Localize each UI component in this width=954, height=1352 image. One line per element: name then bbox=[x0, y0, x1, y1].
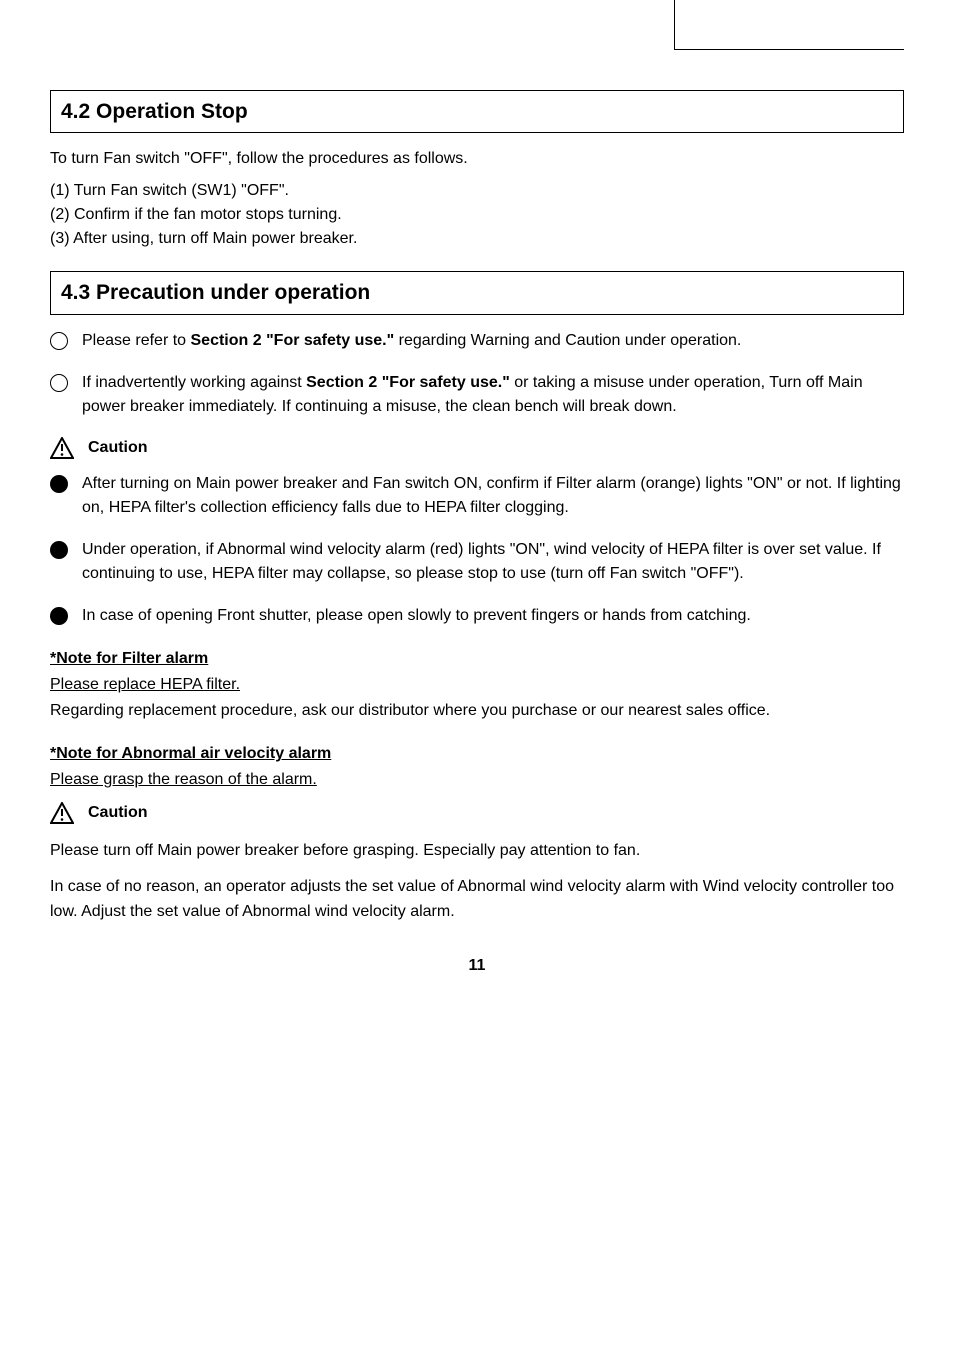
warning-triangle-icon bbox=[50, 802, 74, 830]
hollow-circle-icon bbox=[50, 374, 68, 392]
solid-circle-icon bbox=[50, 541, 68, 559]
bullet-item-2: If inadvertently working against Section… bbox=[50, 371, 904, 419]
note2-body: Please grasp the reason of the alarm. bbox=[50, 771, 317, 788]
bullet-text-1: Please refer to Section 2 "For safety us… bbox=[82, 329, 904, 353]
caution-text-2: Under operation, if Abnormal wind veloci… bbox=[82, 538, 904, 586]
caution-text-3: In case of opening Front shutter, please… bbox=[82, 604, 904, 628]
hollow-circle-icon bbox=[50, 332, 68, 350]
note-abnormal-velocity: *Note for Abnormal air velocity alarm Pl… bbox=[50, 741, 904, 925]
caution-item-1: After turning on Main power breaker and … bbox=[50, 472, 904, 520]
page-number: 11 bbox=[50, 955, 904, 977]
section-title-2: 4.3 Precaution under operation bbox=[61, 281, 370, 304]
note2-title: *Note for Abnormal air velocity alarm bbox=[50, 745, 331, 762]
solid-circle-icon bbox=[50, 607, 68, 625]
caution-label-1: Caution bbox=[88, 437, 148, 459]
section-header-operation-stop: 4.2 Operation Stop bbox=[50, 90, 904, 133]
note-filter-alarm: *Note for Filter alarm Please replace HE… bbox=[50, 646, 904, 723]
section-title-1: 4.2 Operation Stop bbox=[61, 100, 248, 123]
caution-header-2: Caution bbox=[50, 802, 904, 830]
warning-triangle-icon bbox=[50, 437, 74, 465]
note1-body: Please replace HEPA filter. bbox=[50, 676, 240, 693]
caution-item-2: Under operation, if Abnormal wind veloci… bbox=[50, 538, 904, 586]
solid-circle-icon bbox=[50, 475, 68, 493]
bullet-item-1: Please refer to Section 2 "For safety us… bbox=[50, 329, 904, 353]
caution-text-1: After turning on Main power breaker and … bbox=[82, 472, 904, 520]
caution-item-3: In case of opening Front shutter, please… bbox=[50, 604, 904, 628]
section1-steps: (1) Turn Fan switch (SW1) "OFF". (2) Con… bbox=[50, 179, 904, 251]
note1-text: Regarding replacement procedure, ask our… bbox=[50, 698, 904, 724]
note2-caution-text: Please turn off Main power breaker befor… bbox=[50, 838, 904, 864]
caution-header-1: Caution bbox=[50, 437, 904, 465]
section1-intro: To turn Fan switch "OFF", follow the pro… bbox=[50, 147, 904, 171]
bullet-text-2: If inadvertently working against Section… bbox=[82, 371, 904, 419]
note1-title: *Note for Filter alarm bbox=[50, 650, 208, 667]
section-header-precaution: 4.3 Precaution under operation bbox=[50, 271, 904, 314]
caution-label-2: Caution bbox=[88, 802, 148, 824]
corner-decoration bbox=[674, 0, 904, 50]
note2-text: In case of no reason, an operator adjust… bbox=[50, 874, 904, 925]
